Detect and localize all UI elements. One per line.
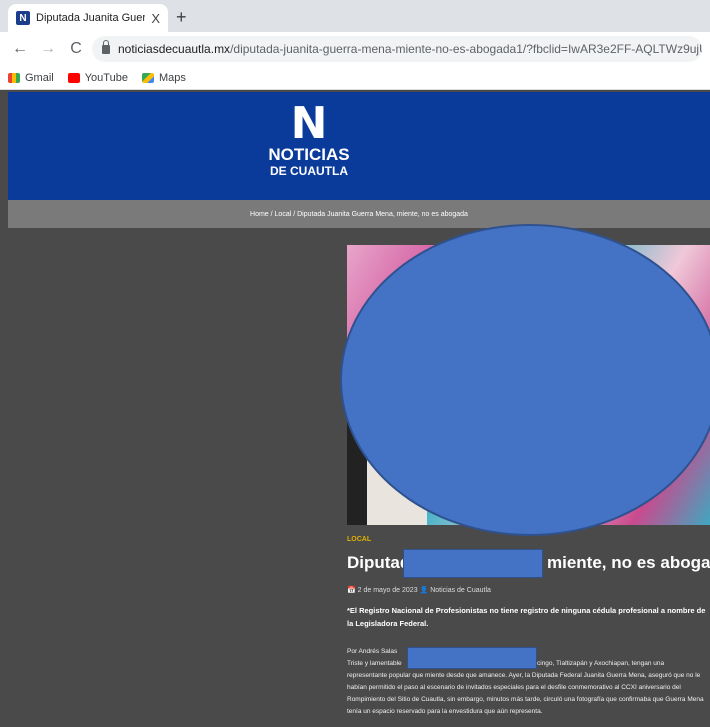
breadcrumb: Home / Local / Diputada Juanita Guerra M…: [8, 200, 710, 228]
body-redaction-box: [407, 647, 537, 669]
logo-line-1: NOTICIAS: [268, 145, 350, 164]
redaction-oval: [340, 224, 710, 536]
article-lead: *El Registro Nacional de Profesionistas …: [347, 606, 706, 628]
youtube-icon: [67, 72, 80, 83]
tab-close-icon[interactable]: X: [151, 11, 160, 26]
article-meta: 📅 2 de mayo de 2023 👤 Noticias de Cuautl…: [347, 587, 491, 594]
site-header: N NOTICIAS DE CUAUTLA: [8, 92, 710, 200]
new-tab-button[interactable]: +: [176, 7, 187, 28]
breadcrumb-text[interactable]: Home / Local / Diputada Juanita Guerra M…: [250, 211, 468, 218]
tab-title: Diputada Juanita Guerra Mena, i: [36, 12, 146, 24]
gmail-icon: [8, 72, 20, 83]
logo-letter: N: [290, 98, 328, 149]
headline-part-right: miente, no es abogada: [547, 553, 710, 572]
url-host: noticiasdecuautla.mx: [118, 42, 231, 56]
browser-tab-bar: N Diputada Juanita Guerra Mena, i X +: [0, 0, 710, 32]
category-label[interactable]: LOCAL: [347, 536, 371, 543]
back-button[interactable]: ←: [8, 40, 32, 58]
bookmark-label: YouTube: [84, 71, 128, 84]
logo-line-2: DE CUAUTLA: [270, 164, 348, 178]
url-path: /diputada-juanita-guerra-mena-miente-no-…: [230, 42, 702, 56]
browser-tab[interactable]: N Diputada Juanita Guerra Mena, i X: [8, 4, 168, 32]
body-line-end: cingo, Tlaltizapán y Axochiapan, tengan …: [537, 660, 665, 667]
site-favicon-icon: N: [16, 11, 30, 25]
bookmark-maps[interactable]: Maps: [141, 71, 186, 84]
bookmark-gmail[interactable]: Gmail: [8, 72, 54, 84]
browser-toolbar: ← → C noticiasdecuautla.mx /diputada-jua…: [0, 32, 710, 66]
body-paragraph: representante popular que miente desde q…: [347, 672, 704, 715]
bookmark-youtube[interactable]: YouTube: [67, 71, 128, 84]
reload-button[interactable]: C: [64, 40, 88, 58]
bookmarks-bar: Gmail YouTube Maps: [0, 66, 710, 90]
headline-redaction-box: [403, 549, 543, 578]
address-bar[interactable]: noticiasdecuautla.mx /diputada-juanita-g…: [92, 36, 702, 62]
bookmark-label: Gmail: [25, 71, 54, 84]
site-logo[interactable]: N NOTICIAS DE CUAUTLA: [254, 98, 364, 179]
lock-icon[interactable]: [102, 39, 110, 54]
bookmark-label: Maps: [158, 71, 186, 84]
forward-button[interactable]: →: [36, 40, 60, 58]
maps-icon: [141, 72, 154, 83]
